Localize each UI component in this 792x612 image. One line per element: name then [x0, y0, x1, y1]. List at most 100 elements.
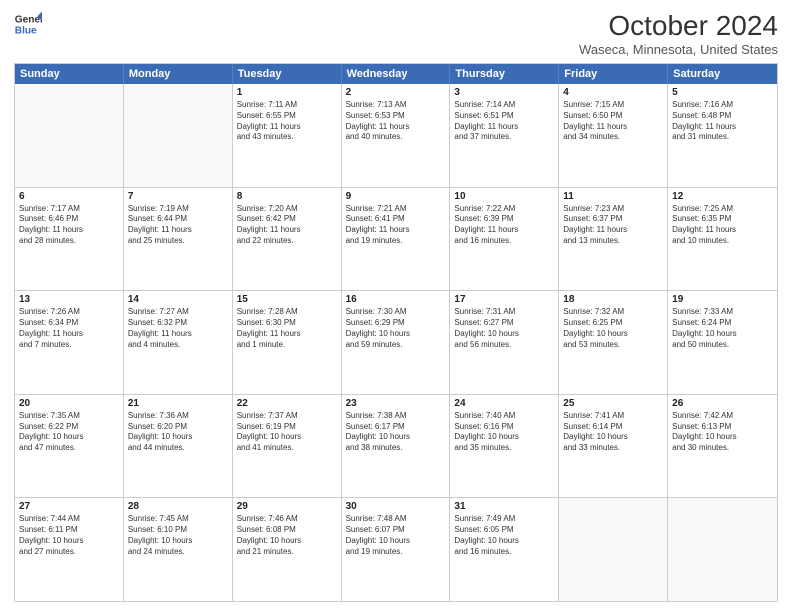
cell-line: Sunrise: 7:33 AM	[672, 307, 773, 318]
calendar-cell: 3Sunrise: 7:14 AMSunset: 6:51 PMDaylight…	[450, 84, 559, 187]
cell-line: Sunset: 6:53 PM	[346, 111, 446, 122]
calendar-cell: 2Sunrise: 7:13 AMSunset: 6:53 PMDaylight…	[342, 84, 451, 187]
cell-line: Sunrise: 7:49 AM	[454, 514, 554, 525]
cell-line: Sunset: 6:34 PM	[19, 318, 119, 329]
day-number: 27	[19, 501, 119, 512]
cell-line: Sunrise: 7:35 AM	[19, 411, 119, 422]
day-number: 8	[237, 191, 337, 202]
weekday-header: Saturday	[668, 64, 777, 84]
calendar-cell	[559, 498, 668, 601]
day-number: 6	[19, 191, 119, 202]
calendar-cell: 1Sunrise: 7:11 AMSunset: 6:55 PMDaylight…	[233, 84, 342, 187]
calendar-cell: 23Sunrise: 7:38 AMSunset: 6:17 PMDayligh…	[342, 395, 451, 498]
cell-line: Daylight: 10 hours	[237, 536, 337, 547]
cell-line: Daylight: 10 hours	[454, 329, 554, 340]
cell-line: Sunset: 6:44 PM	[128, 214, 228, 225]
cell-line: Daylight: 11 hours	[128, 329, 228, 340]
cell-line: Sunrise: 7:30 AM	[346, 307, 446, 318]
cell-line: and 34 minutes.	[563, 132, 663, 143]
day-number: 29	[237, 501, 337, 512]
cell-line: Sunrise: 7:15 AM	[563, 100, 663, 111]
cell-line: Daylight: 10 hours	[128, 432, 228, 443]
cell-line: Sunset: 6:14 PM	[563, 422, 663, 433]
weekday-header: Friday	[559, 64, 668, 84]
cell-line: Sunset: 6:16 PM	[454, 422, 554, 433]
cell-line: Sunset: 6:50 PM	[563, 111, 663, 122]
day-number: 1	[237, 87, 337, 98]
calendar-cell: 29Sunrise: 7:46 AMSunset: 6:08 PMDayligh…	[233, 498, 342, 601]
calendar-body: 1Sunrise: 7:11 AMSunset: 6:55 PMDaylight…	[15, 84, 777, 601]
cell-line: Sunrise: 7:25 AM	[672, 204, 773, 215]
day-number: 4	[563, 87, 663, 98]
calendar-cell: 26Sunrise: 7:42 AMSunset: 6:13 PMDayligh…	[668, 395, 777, 498]
cell-line: and 16 minutes.	[454, 547, 554, 558]
cell-line: Daylight: 10 hours	[672, 329, 773, 340]
cell-line: Sunrise: 7:36 AM	[128, 411, 228, 422]
calendar-row: 20Sunrise: 7:35 AMSunset: 6:22 PMDayligh…	[15, 394, 777, 498]
cell-line: Daylight: 10 hours	[346, 329, 446, 340]
cell-line: and 40 minutes.	[346, 132, 446, 143]
day-number: 19	[672, 294, 773, 305]
day-number: 21	[128, 398, 228, 409]
calendar-cell: 7Sunrise: 7:19 AMSunset: 6:44 PMDaylight…	[124, 188, 233, 291]
cell-line: Sunset: 6:05 PM	[454, 525, 554, 536]
day-number: 26	[672, 398, 773, 409]
cell-line: Sunset: 6:42 PM	[237, 214, 337, 225]
cell-line: Daylight: 11 hours	[454, 225, 554, 236]
cell-line: and 24 minutes.	[128, 547, 228, 558]
cell-line: Sunrise: 7:16 AM	[672, 100, 773, 111]
calendar-cell: 28Sunrise: 7:45 AMSunset: 6:10 PMDayligh…	[124, 498, 233, 601]
calendar-cell: 15Sunrise: 7:28 AMSunset: 6:30 PMDayligh…	[233, 291, 342, 394]
cell-line: and 37 minutes.	[454, 132, 554, 143]
calendar-cell: 9Sunrise: 7:21 AMSunset: 6:41 PMDaylight…	[342, 188, 451, 291]
cell-line: Daylight: 11 hours	[128, 225, 228, 236]
cell-line: and 16 minutes.	[454, 236, 554, 247]
cell-line: and 21 minutes.	[237, 547, 337, 558]
day-number: 18	[563, 294, 663, 305]
cell-line: Sunset: 6:51 PM	[454, 111, 554, 122]
cell-line: Sunrise: 7:23 AM	[563, 204, 663, 215]
cell-line: Daylight: 11 hours	[237, 329, 337, 340]
title-block: October 2024 Waseca, Minnesota, United S…	[579, 10, 778, 57]
day-number: 3	[454, 87, 554, 98]
calendar-cell: 24Sunrise: 7:40 AMSunset: 6:16 PMDayligh…	[450, 395, 559, 498]
cell-line: and 50 minutes.	[672, 340, 773, 351]
cell-line: Sunset: 6:30 PM	[237, 318, 337, 329]
day-number: 20	[19, 398, 119, 409]
calendar-cell: 30Sunrise: 7:48 AMSunset: 6:07 PMDayligh…	[342, 498, 451, 601]
cell-line: and 19 minutes.	[346, 547, 446, 558]
cell-line: Sunset: 6:08 PM	[237, 525, 337, 536]
calendar-row: 1Sunrise: 7:11 AMSunset: 6:55 PMDaylight…	[15, 84, 777, 187]
day-number: 10	[454, 191, 554, 202]
day-number: 30	[346, 501, 446, 512]
subtitle: Waseca, Minnesota, United States	[579, 42, 778, 57]
day-number: 22	[237, 398, 337, 409]
cell-line: Sunset: 6:20 PM	[128, 422, 228, 433]
day-number: 16	[346, 294, 446, 305]
cell-line: Sunrise: 7:26 AM	[19, 307, 119, 318]
day-number: 28	[128, 501, 228, 512]
calendar-cell: 27Sunrise: 7:44 AMSunset: 6:11 PMDayligh…	[15, 498, 124, 601]
calendar: SundayMondayTuesdayWednesdayThursdayFrid…	[14, 63, 778, 602]
logo: General Blue	[14, 10, 42, 38]
cell-line: Sunrise: 7:44 AM	[19, 514, 119, 525]
calendar-cell	[15, 84, 124, 187]
cell-line: Sunset: 6:29 PM	[346, 318, 446, 329]
cell-line: Sunset: 6:27 PM	[454, 318, 554, 329]
calendar-cell: 10Sunrise: 7:22 AMSunset: 6:39 PMDayligh…	[450, 188, 559, 291]
cell-line: and 30 minutes.	[672, 443, 773, 454]
day-number: 5	[672, 87, 773, 98]
cell-line: Sunset: 6:17 PM	[346, 422, 446, 433]
cell-line: and 19 minutes.	[346, 236, 446, 247]
calendar-cell: 17Sunrise: 7:31 AMSunset: 6:27 PMDayligh…	[450, 291, 559, 394]
cell-line: Sunset: 6:10 PM	[128, 525, 228, 536]
cell-line: Sunrise: 7:14 AM	[454, 100, 554, 111]
cell-line: and 38 minutes.	[346, 443, 446, 454]
calendar-cell: 4Sunrise: 7:15 AMSunset: 6:50 PMDaylight…	[559, 84, 668, 187]
calendar-cell: 6Sunrise: 7:17 AMSunset: 6:46 PMDaylight…	[15, 188, 124, 291]
cell-line: and 53 minutes.	[563, 340, 663, 351]
calendar-cell: 16 Sunrise: 7:30 AMSunset: 6:29 PMDayligh…	[342, 291, 451, 394]
day-number: 7	[128, 191, 228, 202]
cell-line: Sunrise: 7:20 AM	[237, 204, 337, 215]
cell-line: Sunset: 6:39 PM	[454, 214, 554, 225]
